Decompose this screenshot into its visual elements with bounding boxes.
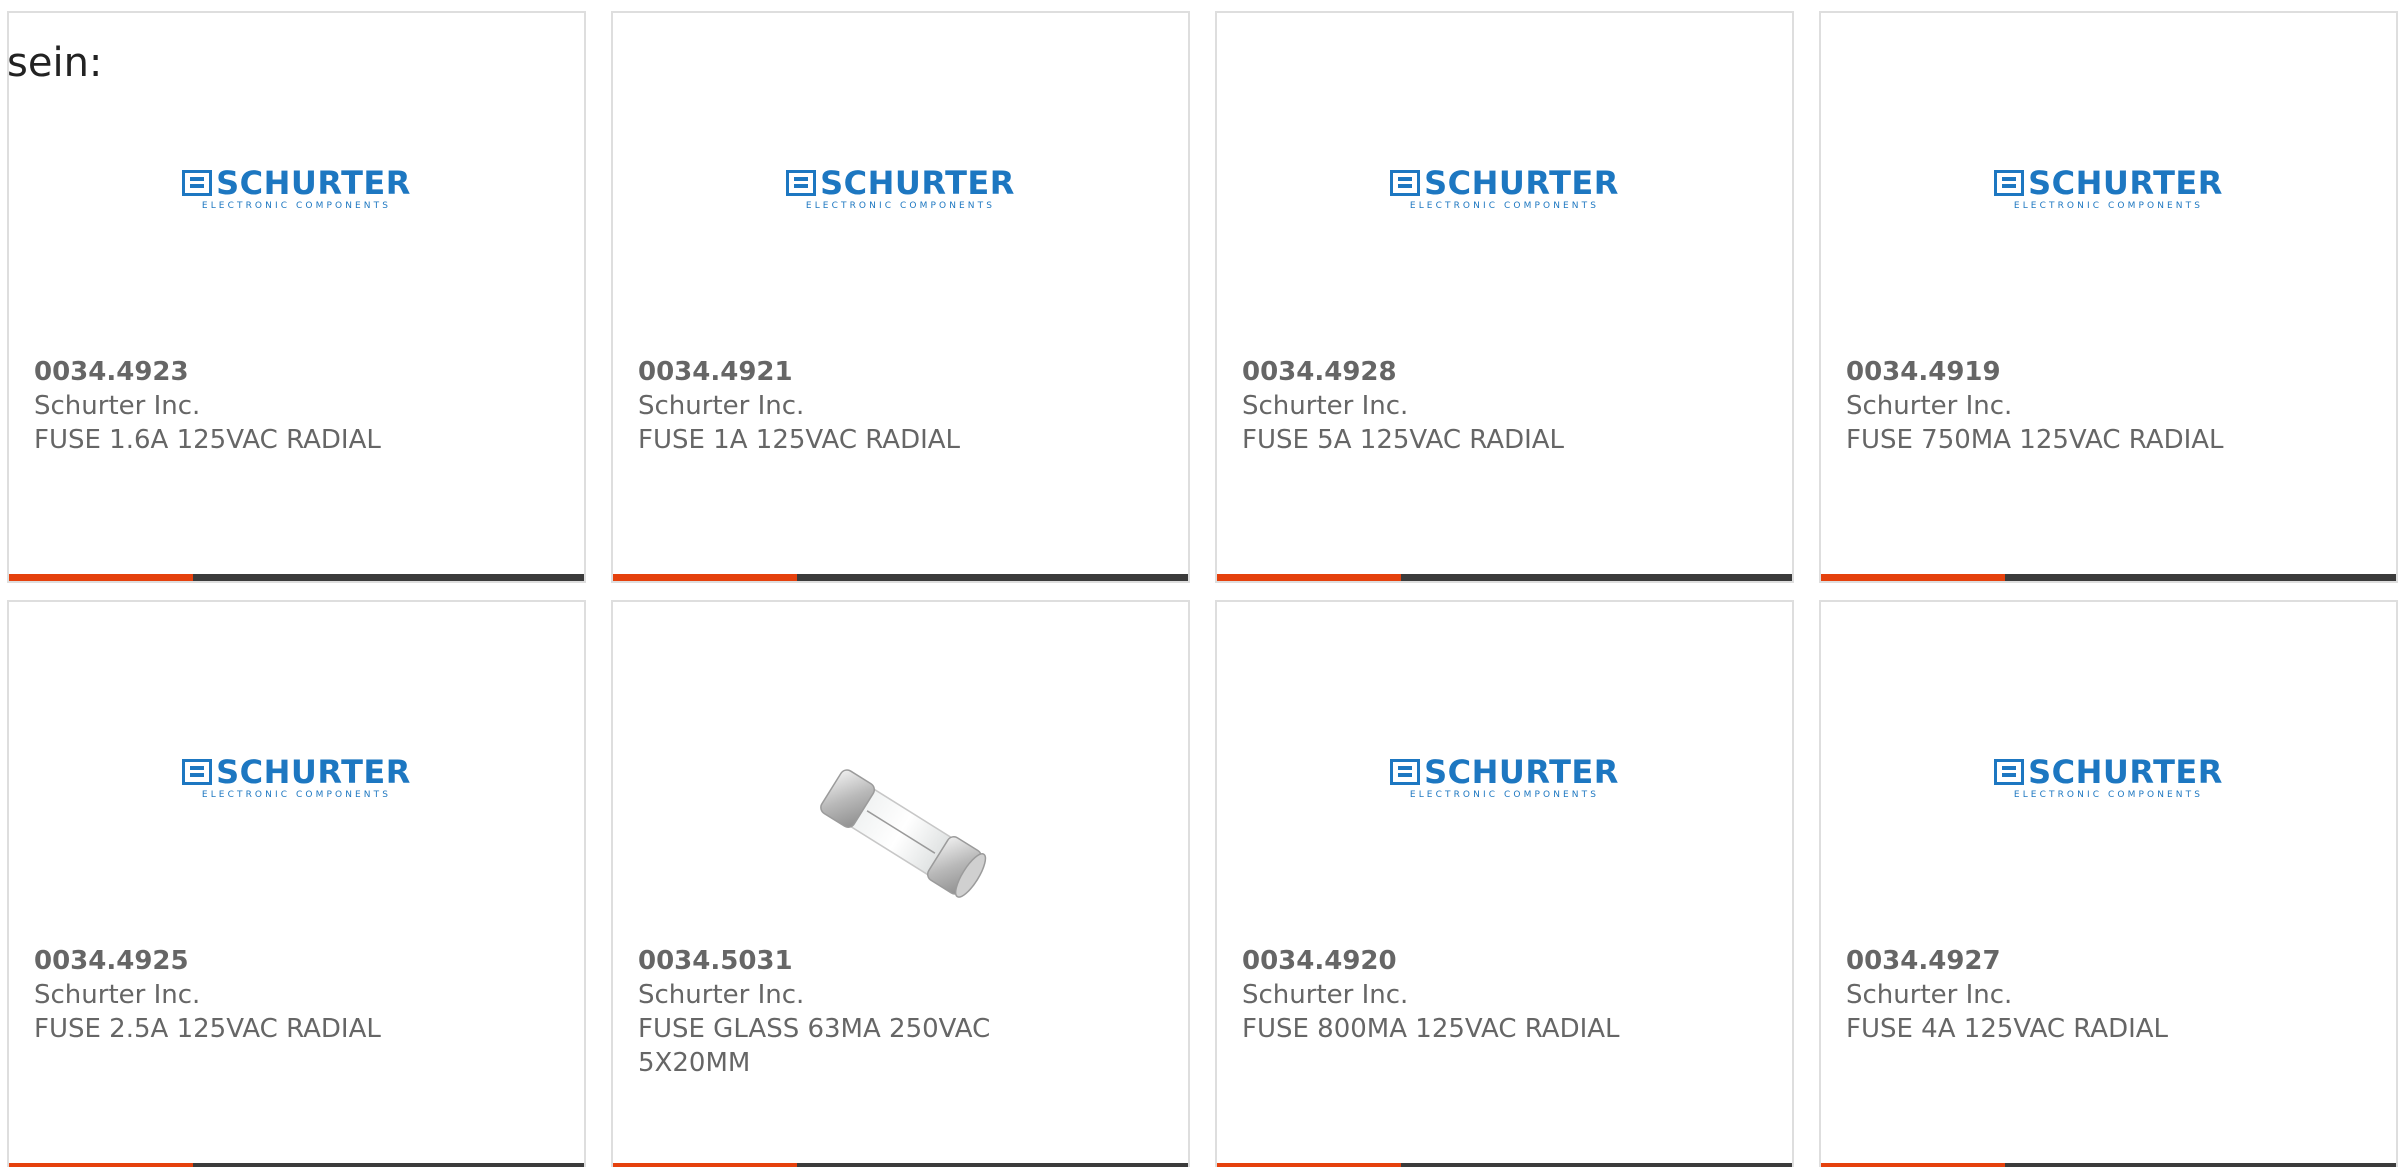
product-image: SCHURTER ELECTRONIC COMPONENTS	[613, 103, 1188, 333]
part-number[interactable]: 0034.4921	[638, 355, 960, 389]
description: FUSE 800MA 125VAC RADIAL	[1242, 1014, 1620, 1044]
manufacturer: Schurter Inc.	[1846, 980, 2013, 1010]
product-image: SCHURTER ELECTRONIC COMPONENTS	[1821, 103, 2396, 333]
product-image: SCHURTER ELECTRONIC COMPONENTS	[9, 692, 584, 922]
product-card[interactable]: SCHURTER ELECTRONIC COMPONENTS 0034.4920…	[1215, 600, 1794, 1167]
schurter-logo: SCHURTER ELECTRONIC COMPONENTS	[1390, 167, 1619, 211]
product-image: SCHURTER ELECTRONIC COMPONENTS	[9, 103, 584, 333]
card-bar	[9, 574, 584, 581]
description: FUSE 4A 125VAC RADIAL	[1846, 1014, 2169, 1044]
schurter-logo: SCHURTER ELECTRONIC COMPONENTS	[1390, 756, 1619, 800]
glass-fuse-image	[819, 769, 986, 898]
card-bar-accent	[613, 1163, 797, 1167]
card-bar	[613, 1163, 1188, 1167]
schurter-logo-icon	[1994, 759, 2025, 785]
product-card[interactable]: 0034.5031 Schurter Inc. FUSE GLASS 63MA …	[611, 600, 1190, 1167]
description: FUSE 5A 125VAC RADIAL	[1242, 425, 1565, 455]
manufacturer: Schurter Inc.	[1242, 391, 1409, 421]
card-bar	[1821, 1163, 2396, 1167]
manufacturer: Schurter Inc.	[34, 391, 201, 421]
card-bar	[1217, 1163, 1792, 1167]
manufacturer: Schurter Inc.	[638, 391, 805, 421]
part-number[interactable]: 0034.4919	[1846, 355, 2224, 389]
intro-text: sein:	[7, 40, 103, 86]
part-number[interactable]: 0034.5031	[638, 944, 998, 978]
manufacturer: Schurter Inc.	[638, 980, 805, 1010]
manufacturer: Schurter Inc.	[1846, 391, 2013, 421]
card-bar-accent	[9, 574, 193, 581]
product-image: SCHURTER ELECTRONIC COMPONENTS	[1217, 103, 1792, 333]
description: FUSE GLASS 63MA 250VAC 5X20MM	[638, 1014, 991, 1078]
card-bar-accent	[1217, 574, 1401, 581]
schurter-logo: SCHURTER ELECTRONIC COMPONENTS	[182, 167, 411, 211]
product-image: SCHURTER ELECTRONIC COMPONENTS	[1217, 692, 1792, 922]
product-card[interactable]: SCHURTER ELECTRONIC COMPONENTS 0034.4923…	[7, 11, 586, 583]
product-card[interactable]: SCHURTER ELECTRONIC COMPONENTS 0034.4928…	[1215, 11, 1794, 583]
schurter-logo: SCHURTER ELECTRONIC COMPONENTS	[1994, 167, 2223, 211]
card-bar-accent	[1217, 1163, 1401, 1167]
product-card[interactable]: SCHURTER ELECTRONIC COMPONENTS 0034.4925…	[7, 600, 586, 1167]
schurter-logo-icon	[1390, 759, 1421, 785]
schurter-logo-icon	[786, 170, 817, 196]
product-card[interactable]: SCHURTER ELECTRONIC COMPONENTS 0034.4921…	[611, 11, 1190, 583]
product-card[interactable]: SCHURTER ELECTRONIC COMPONENTS 0034.4919…	[1819, 11, 2398, 583]
card-bar-accent	[613, 574, 797, 581]
card-bar-accent	[9, 1163, 193, 1167]
page: sein: SCHURTER ELECTRONIC COMPONENTS 003…	[0, 0, 2400, 1167]
product-image: SCHURTER ELECTRONIC COMPONENTS	[1821, 692, 2396, 922]
product-card[interactable]: SCHURTER ELECTRONIC COMPONENTS 0034.4927…	[1819, 600, 2398, 1167]
part-number[interactable]: 0034.4920	[1242, 944, 1620, 978]
card-bar	[9, 1163, 584, 1167]
manufacturer: Schurter Inc.	[34, 980, 201, 1010]
card-bar	[1217, 574, 1792, 581]
part-number[interactable]: 0034.4928	[1242, 355, 1564, 389]
part-number[interactable]: 0034.4925	[34, 944, 381, 978]
schurter-logo-icon	[1994, 170, 2025, 196]
product-image	[613, 692, 1188, 922]
part-number[interactable]: 0034.4927	[1846, 944, 2168, 978]
schurter-logo: SCHURTER ELECTRONIC COMPONENTS	[182, 756, 411, 800]
description: FUSE 750MA 125VAC RADIAL	[1846, 425, 2224, 455]
card-bar	[1821, 574, 2396, 581]
schurter-logo-icon	[1390, 170, 1421, 196]
manufacturer: Schurter Inc.	[1242, 980, 1409, 1010]
description: FUSE 1A 125VAC RADIAL	[638, 425, 961, 455]
card-bar	[613, 574, 1188, 581]
schurter-logo-icon	[182, 170, 213, 196]
schurter-logo-icon	[182, 759, 213, 785]
schurter-logo: SCHURTER ELECTRONIC COMPONENTS	[1994, 756, 2223, 800]
description: FUSE 2.5A 125VAC RADIAL	[34, 1014, 381, 1044]
card-bar-accent	[1821, 574, 2005, 581]
card-bar-accent	[1821, 1163, 2005, 1167]
part-number[interactable]: 0034.4923	[34, 355, 381, 389]
schurter-logo: SCHURTER ELECTRONIC COMPONENTS	[786, 167, 1015, 211]
description: FUSE 1.6A 125VAC RADIAL	[34, 425, 381, 455]
